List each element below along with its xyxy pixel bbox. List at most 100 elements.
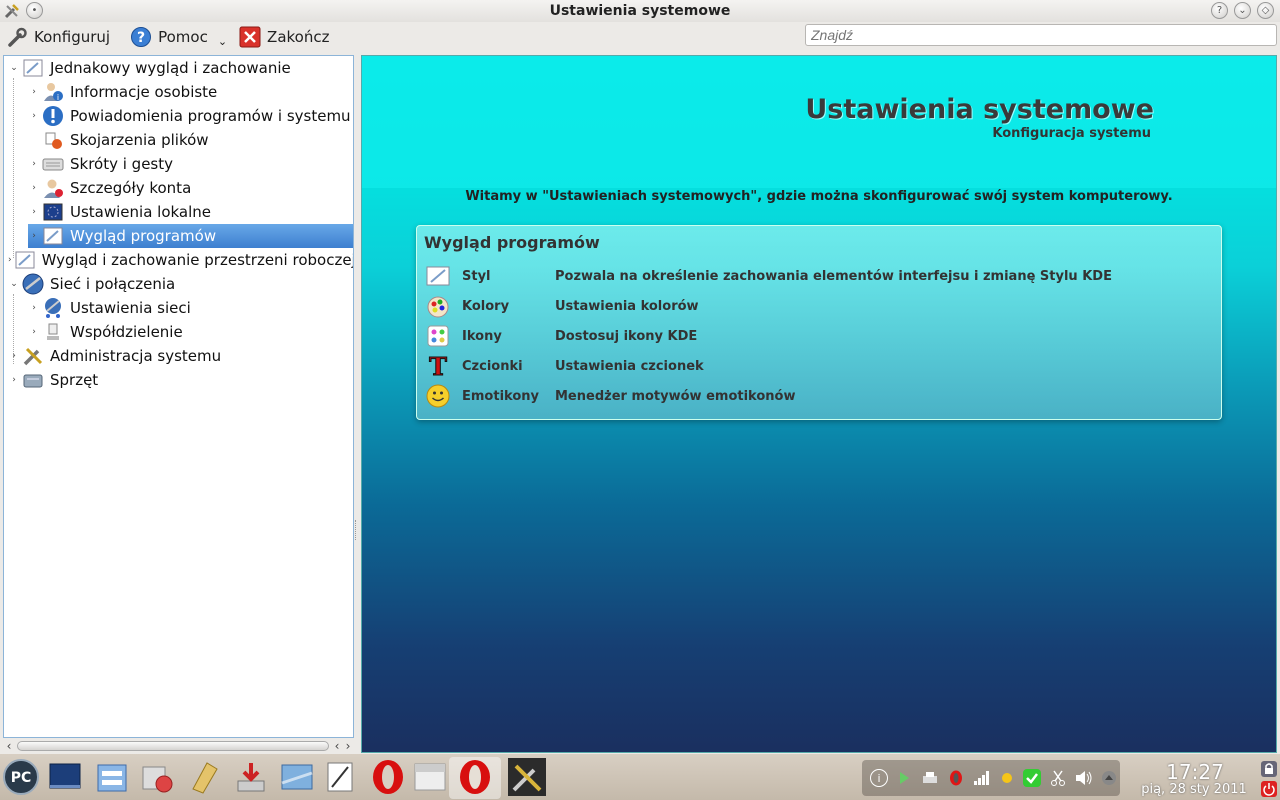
- signal-strength-icon[interactable]: [970, 767, 992, 789]
- tree-item-workspace-appearance[interactable]: › Wygląd i zachowanie przestrzeni robocz…: [8, 248, 353, 272]
- tree-item-label: Administracja systemu: [50, 347, 222, 365]
- colors-icon: [425, 293, 451, 319]
- module-name: Kolory: [462, 298, 510, 314]
- info-icon[interactable]: i: [868, 767, 890, 789]
- fonts-icon: T: [425, 352, 451, 382]
- tree-item-sharing[interactable]: › Współdzielenie: [28, 320, 353, 344]
- minimize-button[interactable]: ⌄: [1234, 2, 1251, 19]
- expand-chevron-icon[interactable]: ›: [8, 351, 20, 361]
- tree-item-system-administration[interactable]: › Administracja systemu: [8, 344, 353, 368]
- scroll-right-arrow-icon[interactable]: ›: [342, 739, 354, 753]
- tree-item-locale[interactable]: › Ustawienia lokalne: [28, 200, 353, 224]
- tree-item-personal-info[interactable]: › i Informacje osobiste: [28, 80, 353, 104]
- collapse-chevron-icon[interactable]: ⌄: [8, 279, 20, 289]
- quit-icon: [239, 26, 261, 48]
- clock-time[interactable]: 17:27: [1140, 760, 1250, 784]
- quit-button[interactable]: Zakończ: [233, 24, 335, 50]
- lock-screen-icon[interactable]: [1260, 760, 1278, 778]
- svg-text:i: i: [877, 772, 880, 785]
- category-tree[interactable]: ⌄ Jednakowy wygląd i zachowanie › i Info…: [3, 55, 354, 738]
- application-launcher-icon[interactable]: PC: [2, 758, 40, 796]
- sharing-icon: [42, 321, 64, 343]
- splitter-handle[interactable]: [355, 520, 359, 540]
- module-row-colors[interactable]: Kolory Ustawienia kolorów: [425, 292, 1205, 320]
- window-switcher-icon[interactable]: [278, 758, 316, 796]
- tree-item-appearance-behavior[interactable]: ⌄ Jednakowy wygląd i zachowanie: [8, 56, 353, 80]
- tree-item-file-associations[interactable]: Skojarzenia plików: [28, 128, 353, 152]
- downloader-icon[interactable]: [232, 758, 270, 796]
- clock-date: pią, 28 sty 2011: [1141, 782, 1247, 797]
- package-manager-icon[interactable]: [138, 758, 176, 796]
- module-name: Emotikony: [462, 388, 539, 404]
- svg-text:PC: PC: [11, 770, 32, 786]
- expand-chevron-icon[interactable]: ›: [8, 375, 20, 385]
- expand-chevron-icon[interactable]: ›: [28, 87, 40, 97]
- updates-ok-icon[interactable]: [1022, 767, 1044, 789]
- network-globe-icon: [22, 273, 44, 295]
- tree-item-label: Sieć i połączenia: [50, 275, 176, 293]
- tree-item-application-appearance[interactable]: › Wygląd programów: [28, 224, 353, 248]
- collapse-chevron-icon[interactable]: ⌄: [8, 63, 20, 73]
- title-bar: • Ustawienia systemowe ? ⌄ ◇: [0, 0, 1280, 22]
- module-name: Czcionki: [462, 358, 523, 374]
- opera-task-icon[interactable]: [456, 758, 494, 796]
- expand-chevron-icon[interactable]: ›: [28, 183, 40, 193]
- help-button[interactable]: ? Pomoc ⌄: [124, 24, 233, 50]
- tree-item-hardware[interactable]: › Sprzęt: [8, 368, 353, 392]
- scroll-left-arrow-icon[interactable]: ‹: [3, 739, 15, 753]
- module-row-style[interactable]: Styl Pozwala na określenie zachowania el…: [425, 262, 1205, 290]
- expand-chevron-icon[interactable]: ›: [8, 255, 12, 265]
- opera-browser-icon[interactable]: [369, 758, 407, 796]
- text-editor-icon[interactable]: [186, 758, 224, 796]
- appearance-icon: [22, 57, 44, 79]
- search-input[interactable]: [805, 24, 1277, 46]
- expand-chevron-icon[interactable]: ›: [28, 303, 40, 313]
- page-subtitle: Konfiguracja systemu: [992, 126, 1151, 141]
- configure-button[interactable]: Konfiguruj: [0, 24, 116, 50]
- help-dropdown-chevron-icon[interactable]: ⌄: [218, 35, 227, 48]
- expand-chevron-icon[interactable]: ›: [28, 231, 40, 241]
- blank-window-icon[interactable]: [411, 758, 449, 796]
- system-settings-task-icon[interactable]: [508, 758, 546, 796]
- tree-item-label: Wygląd programów: [70, 227, 217, 245]
- scrollbar-thumb[interactable]: [17, 741, 329, 751]
- expand-chevron-icon[interactable]: ›: [28, 111, 40, 121]
- sidebar-horizontal-scrollbar[interactable]: ‹ ‹ ›: [3, 739, 354, 753]
- volume-icon[interactable]: [1073, 767, 1095, 789]
- help-question-button[interactable]: ?: [1211, 2, 1228, 19]
- expand-chevron-icon[interactable]: ›: [28, 159, 40, 169]
- panel-title: Wygląd programów: [424, 233, 600, 252]
- user-info-icon: i: [42, 81, 64, 103]
- tools-icon: [22, 345, 44, 367]
- desktop-icon[interactable]: [46, 758, 84, 796]
- tree-item-account-details[interactable]: › Szczegóły konta: [28, 176, 353, 200]
- tree-item-label: Sprzęt: [50, 371, 99, 389]
- expand-chevron-icon[interactable]: ›: [28, 327, 40, 337]
- opera-tray-icon[interactable]: [945, 767, 967, 789]
- icons-icon: [425, 323, 451, 349]
- tree-item-network-settings[interactable]: › Ustawienia sieci: [28, 296, 353, 320]
- notification-icon: [42, 105, 64, 127]
- welcome-text: Witamy w "Ustawieniach systemowych", gdz…: [465, 189, 1173, 204]
- expand-chevron-icon[interactable]: ›: [28, 207, 40, 217]
- brightness-icon[interactable]: [996, 767, 1018, 789]
- maximize-button[interactable]: ◇: [1257, 2, 1274, 19]
- file-manager-icon[interactable]: [93, 758, 131, 796]
- tray-expand-arrow-icon[interactable]: [1098, 767, 1120, 789]
- notes-icon[interactable]: [321, 758, 359, 796]
- module-row-emoticons[interactable]: Emotikony Menedżer motywów emotikonów: [425, 382, 1205, 410]
- tree-item-notifications[interactable]: › Powiadomienia programów i systemu: [28, 104, 353, 128]
- module-name: Ikony: [462, 328, 502, 344]
- module-row-icons[interactable]: Ikony Dostosuj ikony KDE: [425, 322, 1205, 350]
- module-row-fonts[interactable]: T Czcionki Ustawienia czcionek: [425, 352, 1205, 382]
- shutdown-icon[interactable]: [1260, 780, 1278, 798]
- configure-label: Konfiguruj: [34, 28, 111, 46]
- svg-text:i: i: [57, 93, 59, 102]
- tree-item-label: Skróty i gesty: [70, 155, 174, 173]
- clipboard-scissors-icon[interactable]: [1047, 767, 1069, 789]
- tree-item-network[interactable]: ⌄ Sieć i połączenia: [8, 272, 353, 296]
- media-play-icon[interactable]: [894, 767, 916, 789]
- tree-item-shortcuts[interactable]: › Skróty i gesty: [28, 152, 353, 176]
- help-label: Pomoc: [158, 28, 208, 46]
- printer-icon[interactable]: [919, 767, 941, 789]
